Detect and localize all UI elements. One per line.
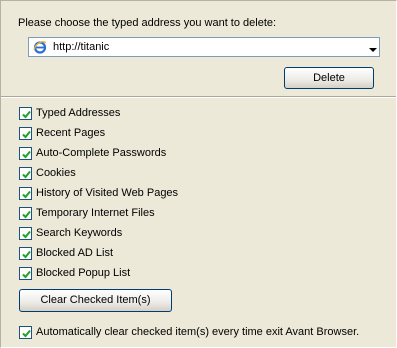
checkbox-label: History of Visited Web Pages: [36, 187, 179, 199]
checkbox-label: Typed Addresses: [36, 107, 121, 119]
checkbox-label: Blocked Popup List: [36, 267, 131, 279]
delete-address-prompt: Please choose the typed address you want…: [18, 17, 277, 29]
checkbox-temporary-internet-files[interactable]: [19, 207, 32, 220]
clear-history-panel: Please choose the typed address you want…: [0, 0, 397, 348]
checkbox-label: Blocked AD List: [36, 247, 114, 259]
typed-address-value: http://titanic: [53, 41, 110, 53]
checkbox-blocked-ad-list[interactable]: [19, 247, 32, 260]
checkbox-auto-complete-passwords[interactable]: [19, 147, 32, 160]
checkbox-recent-pages[interactable]: [19, 127, 32, 140]
checkbox-typed-addresses[interactable]: [19, 107, 32, 120]
delete-button[interactable]: Delete: [284, 67, 374, 89]
chevron-down-icon[interactable]: [369, 44, 377, 52]
clear-checked-items-button[interactable]: Clear Checked Item(s): [19, 289, 172, 312]
checkbox-search-keywords[interactable]: [19, 227, 32, 240]
checkbox-label: Automatically clear checked item(s) ever…: [36, 326, 360, 338]
checkbox-blocked-popup-list[interactable]: [19, 267, 32, 280]
typed-address-combobox[interactable]: http://titanic: [28, 37, 380, 57]
checkbox-history[interactable]: [19, 187, 32, 200]
checkbox-label: Recent Pages: [36, 127, 106, 139]
separator: [1, 96, 396, 98]
checkbox-label: Auto-Complete Passwords: [36, 147, 167, 159]
checkbox-label: Cookies: [36, 167, 76, 179]
checkbox-auto-clear[interactable]: [19, 326, 32, 339]
checkbox-cookies[interactable]: [19, 167, 32, 180]
ie-icon: [33, 40, 47, 54]
checkbox-label: Temporary Internet Files: [36, 207, 155, 219]
checkbox-label: Search Keywords: [36, 227, 123, 239]
